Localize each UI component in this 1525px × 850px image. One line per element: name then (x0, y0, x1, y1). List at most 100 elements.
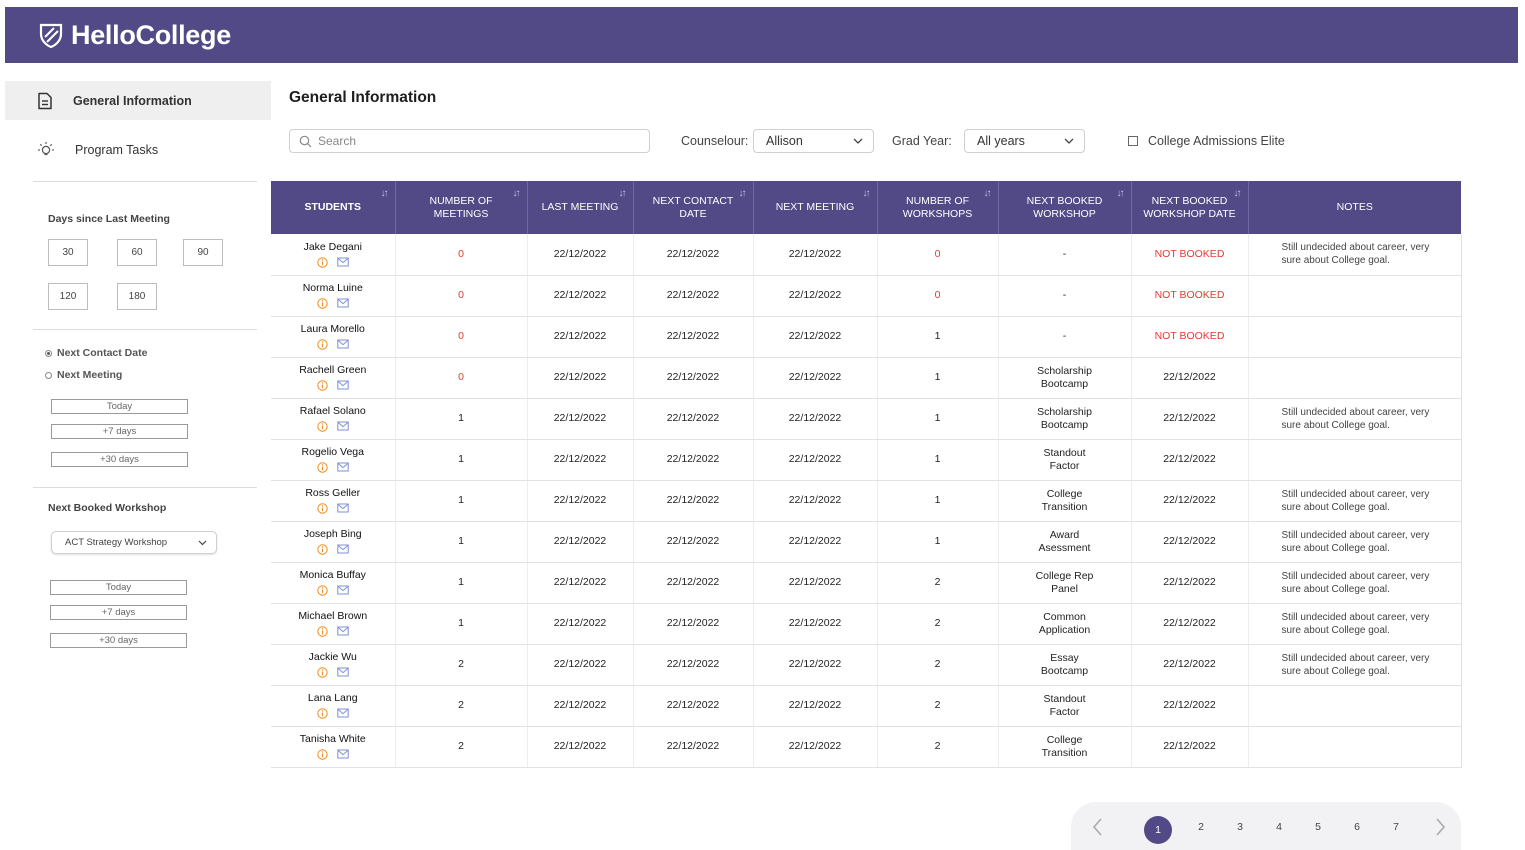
cell-student[interactable]: Joseph Bing (271, 521, 396, 563)
info-icon[interactable] (317, 257, 328, 268)
cell-student[interactable]: Ross Geller (271, 480, 396, 522)
student-name[interactable]: Ross Geller (275, 487, 391, 500)
info-icon[interactable] (317, 585, 328, 596)
sort-icon[interactable]: ↓↑ (1234, 187, 1242, 200)
mail-icon[interactable] (337, 544, 349, 554)
mail-icon[interactable] (337, 503, 349, 513)
info-icon[interactable] (317, 667, 328, 678)
student-name[interactable]: Jackie Wu (275, 651, 391, 664)
college-admissions-elite-checkbox[interactable]: College Admissions Elite (1128, 134, 1285, 148)
mail-icon[interactable] (337, 749, 349, 759)
page-4-button[interactable]: 4 (1265, 821, 1293, 833)
sort-icon[interactable]: ↓↑ (863, 187, 871, 200)
header-next-contact-date[interactable]: NEXT CONTACT DATE ↓↑ (633, 181, 754, 234)
sort-icon[interactable]: ↓↑ (381, 187, 389, 200)
page-7-button[interactable]: 7 (1382, 821, 1410, 833)
radio-next-meeting[interactable]: Next Meeting (45, 369, 122, 381)
page-6-button[interactable]: 6 (1343, 821, 1371, 833)
header-number-of-workshops[interactable]: NUMBER OF WORKSHOPS ↓↑ (877, 181, 999, 234)
range-7-days-button[interactable]: +7 days (51, 424, 188, 439)
table-row[interactable]: Laura Morello 0 22/12/2022 22/12/2022 22/12/… (271, 316, 1462, 358)
table-row[interactable]: Michael Brown 1 22/12/2022 22/12/2022 22/12/… (271, 603, 1462, 645)
info-icon[interactable] (317, 421, 328, 432)
table-row[interactable]: Rafael Solano 1 22/12/2022 22/12/2022 22/12/… (271, 398, 1462, 440)
header-next-booked-workshop-date[interactable]: NEXT BOOKED WORKSHOP DATE ↓↑ (1131, 181, 1249, 234)
sidebar-item-general-information[interactable]: General Information (5, 81, 271, 120)
days-120-button[interactable]: 120 (48, 283, 88, 310)
info-icon[interactable] (317, 380, 328, 391)
cell-student[interactable]: Lana Lang (271, 685, 396, 727)
table-row[interactable]: Ross Geller 1 22/12/2022 22/12/2022 22/12/20… (271, 480, 1462, 522)
table-row[interactable]: Rachell Green 0 22/12/2022 22/12/2022 22/12/… (271, 357, 1462, 399)
grad-year-select[interactable]: All years (964, 129, 1085, 153)
table-row[interactable]: Lana Lang 2 22/12/2022 22/12/2022 22/12/2022… (271, 685, 1462, 727)
app-logo[interactable]: HelloCollege (37, 20, 231, 51)
days-60-button[interactable]: 60 (117, 239, 157, 266)
student-name[interactable]: Joseph Bing (275, 528, 391, 541)
search-box[interactable] (289, 129, 650, 153)
sort-icon[interactable]: ↓↑ (984, 187, 992, 200)
mail-icon[interactable] (337, 380, 349, 390)
table-row[interactable]: Jackie Wu 2 22/12/2022 22/12/2022 22/12/2022… (271, 644, 1462, 686)
days-30-button[interactable]: 30 (48, 239, 88, 266)
chevron-left-icon[interactable] (1091, 816, 1103, 838)
mail-icon[interactable] (337, 462, 349, 472)
table-row[interactable]: Jake Degani 0 22/12/2022 22/12/2022 22/12/20… (271, 234, 1462, 276)
student-name[interactable]: Rachell Green (275, 364, 391, 377)
search-input[interactable] (318, 134, 638, 148)
cell-student[interactable]: Norma Luine (271, 275, 396, 317)
student-name[interactable]: Rafael Solano (275, 405, 391, 418)
mail-icon[interactable] (337, 585, 349, 595)
workshop-select[interactable]: ACT Strategy Workshop (51, 531, 217, 554)
sort-icon[interactable]: ↓↑ (619, 187, 627, 200)
range-30-days-button[interactable]: +30 days (50, 633, 187, 648)
days-180-button[interactable]: 180 (117, 283, 157, 310)
student-name[interactable]: Norma Luine (275, 282, 391, 295)
sort-icon[interactable]: ↓↑ (513, 187, 521, 200)
radio-next-contact-date[interactable]: Next Contact Date (45, 347, 147, 359)
header-number-of-meetings[interactable]: NUMBER OF MEETINGS ↓↑ (395, 181, 528, 234)
cell-student[interactable]: Jake Degani (271, 234, 396, 276)
table-row[interactable]: Rogelio Vega 1 22/12/2022 22/12/2022 22/12/2… (271, 439, 1462, 481)
cell-student[interactable]: Rafael Solano (271, 398, 396, 440)
cell-student[interactable]: Laura Morello (271, 316, 396, 358)
cell-student[interactable]: Rogelio Vega (271, 439, 396, 481)
cell-student[interactable]: Rachell Green (271, 357, 396, 399)
range-today-button[interactable]: Today (51, 399, 188, 414)
info-icon[interactable] (317, 708, 328, 719)
days-90-button[interactable]: 90 (183, 239, 223, 266)
student-name[interactable]: Laura Morello (275, 323, 391, 336)
header-next-meeting[interactable]: NEXT MEETING ↓↑ (753, 181, 878, 234)
table-row[interactable]: Joseph Bing 1 22/12/2022 22/12/2022 22/12/20… (271, 521, 1462, 563)
mail-icon[interactable] (337, 667, 349, 677)
header-last-meeting[interactable]: LAST MEETING ↓↑ (527, 181, 634, 234)
cell-student[interactable]: Tanisha White (271, 726, 396, 768)
range-30-days-button[interactable]: +30 days (51, 452, 188, 467)
student-name[interactable]: Jake Degani (275, 241, 391, 254)
page-3-button[interactable]: 3 (1226, 821, 1254, 833)
sort-icon[interactable]: ↓↑ (739, 187, 747, 200)
student-name[interactable]: Monica Buffay (275, 569, 391, 582)
info-icon[interactable] (317, 749, 328, 760)
page-5-button[interactable]: 5 (1304, 821, 1332, 833)
sort-icon[interactable]: ↓↑ (1117, 187, 1125, 200)
page-1-button[interactable]: 1 (1144, 816, 1172, 844)
table-row[interactable]: Norma Luine 0 22/12/2022 22/12/2022 22/12/20… (271, 275, 1462, 317)
info-icon[interactable] (317, 503, 328, 514)
info-icon[interactable] (317, 544, 328, 555)
info-icon[interactable] (317, 626, 328, 637)
mail-icon[interactable] (337, 421, 349, 431)
counselor-select[interactable]: Allison (753, 129, 874, 153)
info-icon[interactable] (317, 462, 328, 473)
header-next-booked-workshop[interactable]: NEXT BOOKED WORKSHOP ↓↑ (998, 181, 1132, 234)
mail-icon[interactable] (337, 339, 349, 349)
info-icon[interactable] (317, 339, 328, 350)
page-2-button[interactable]: 2 (1187, 821, 1215, 833)
mail-icon[interactable] (337, 257, 349, 267)
student-name[interactable]: Lana Lang (275, 692, 391, 705)
table-row[interactable]: Tanisha White 2 22/12/2022 22/12/2022 22/12/… (271, 726, 1462, 768)
mail-icon[interactable] (337, 708, 349, 718)
cell-student[interactable]: Jackie Wu (271, 644, 396, 686)
student-name[interactable]: Rogelio Vega (275, 446, 391, 459)
mail-icon[interactable] (337, 626, 349, 636)
